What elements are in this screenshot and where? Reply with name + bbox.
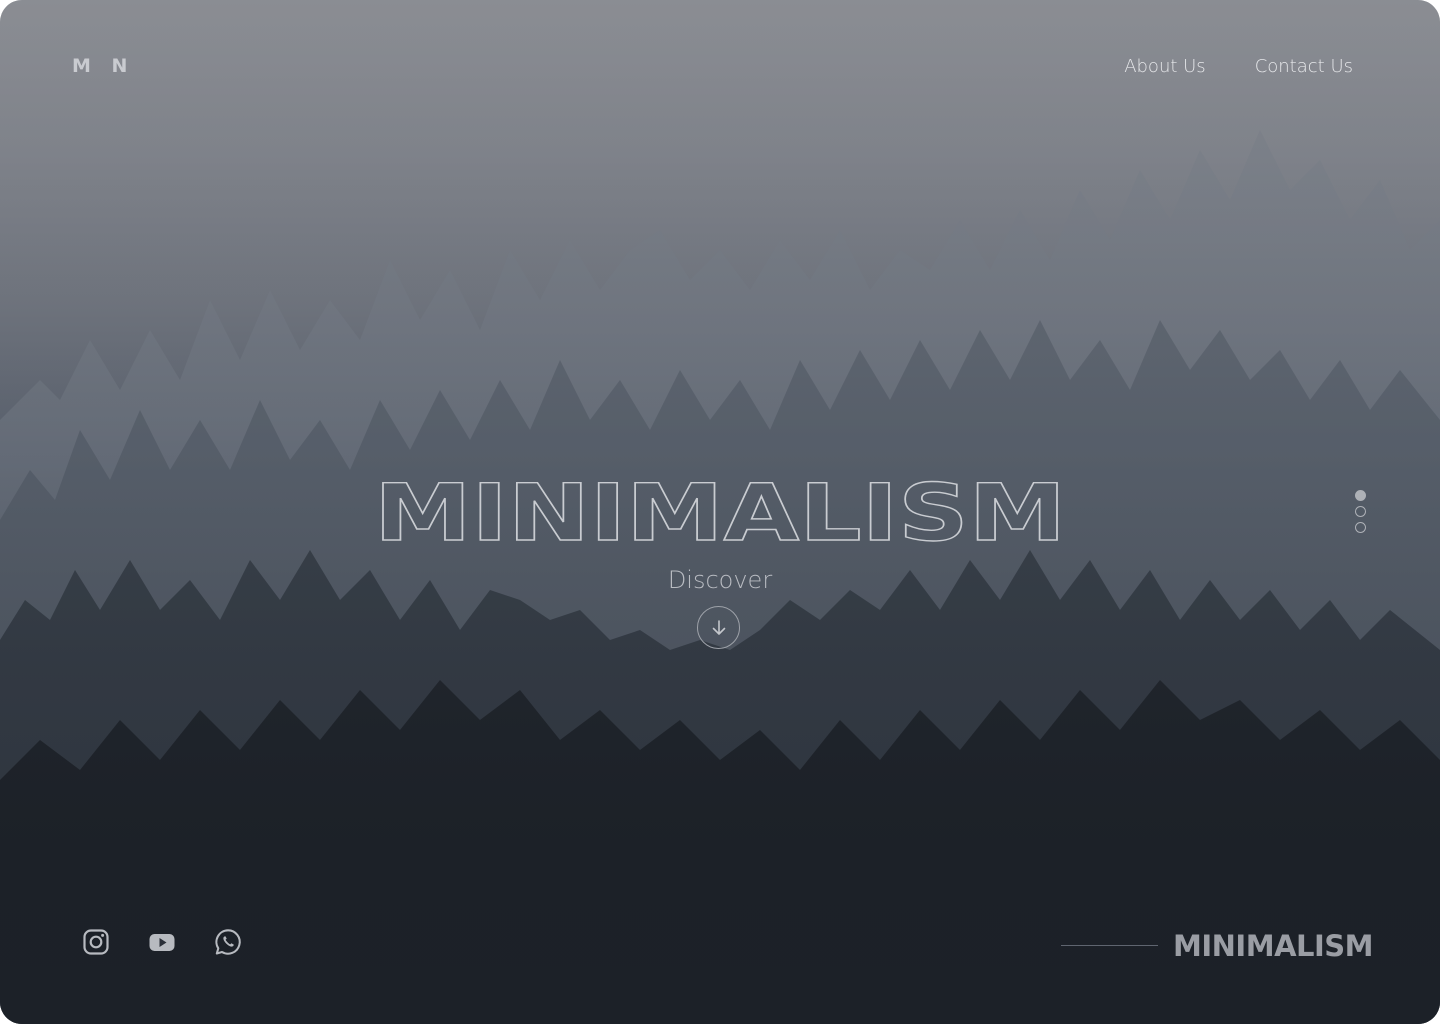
discover-button[interactable] (697, 606, 740, 649)
pagination-dot-1[interactable] (1355, 490, 1366, 501)
whatsapp-icon (215, 929, 241, 955)
arrow-down-icon (712, 619, 725, 635)
slide-pagination (1355, 490, 1366, 533)
pagination-dot-2[interactable] (1355, 506, 1366, 517)
logo[interactable]: M N (72, 55, 134, 77)
pagination-dot-3[interactable] (1355, 522, 1366, 533)
hero-frame: M N About Us Contact Us MINIMALISM Disco… (0, 0, 1440, 1024)
youtube-link[interactable] (148, 928, 176, 956)
top-nav: About Us Contact Us (1124, 56, 1353, 77)
discover-label: Discover (667, 566, 773, 594)
instagram-icon (83, 929, 109, 955)
youtube-icon (149, 934, 175, 951)
social-links (82, 928, 242, 956)
brand-divider (1061, 945, 1158, 946)
nav-contact-us[interactable]: Contact Us (1255, 56, 1353, 77)
instagram-link[interactable] (82, 928, 110, 956)
hero-title: MINIMALISM (374, 469, 1066, 556)
footer-brand: MINIMALISM (1173, 929, 1374, 963)
whatsapp-link[interactable] (214, 928, 242, 956)
nav-about-us[interactable]: About Us (1124, 56, 1206, 77)
hero-title-svg: MINIMALISM (373, 468, 1066, 556)
